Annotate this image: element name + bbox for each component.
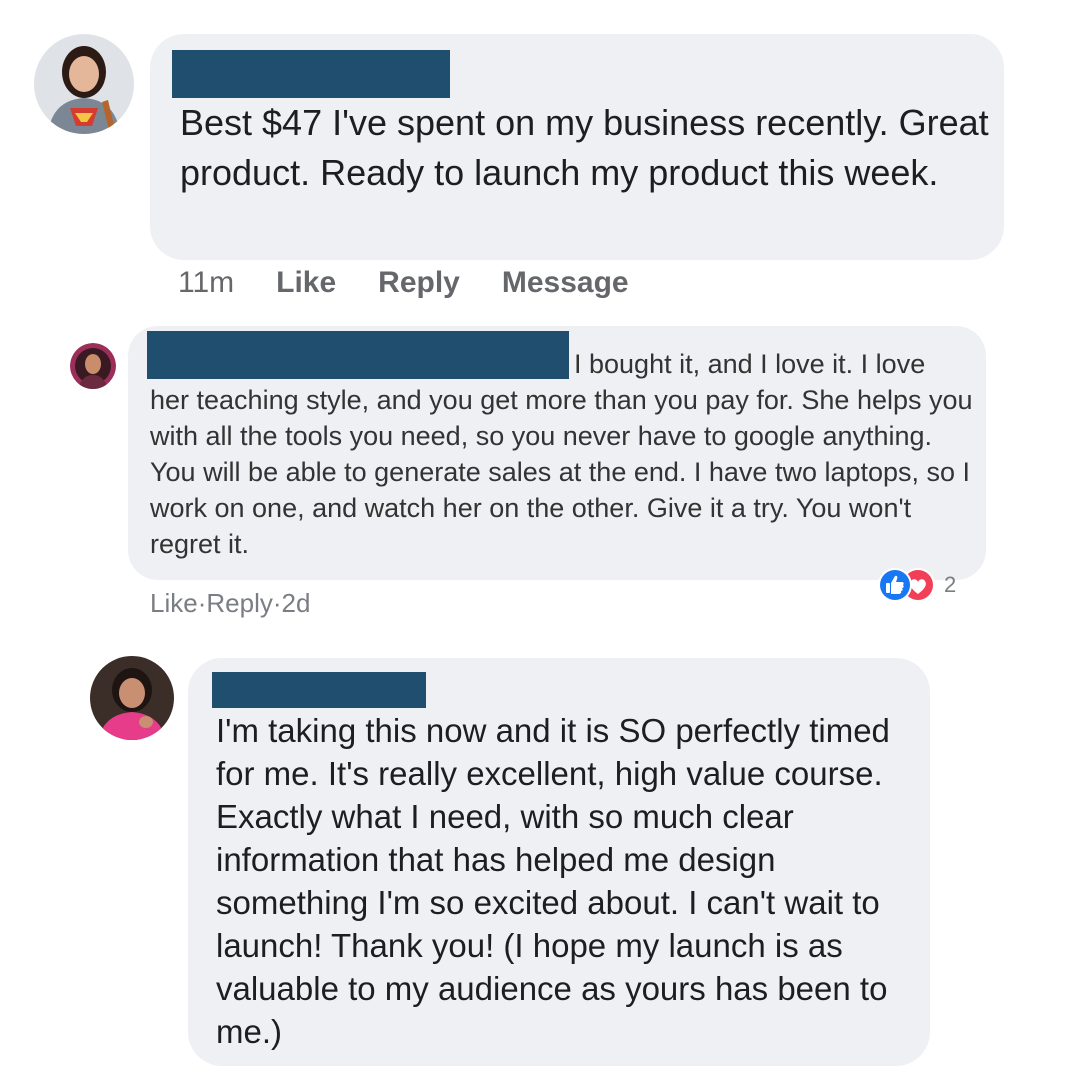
reply-link[interactable]: Reply <box>206 588 272 619</box>
like-link[interactable]: Like <box>276 266 336 300</box>
thumbs-up-icon <box>878 568 912 602</box>
comment-actions: 11m Like Reply Message <box>178 266 629 300</box>
commenter-avatar[interactable] <box>34 34 134 134</box>
redacted-author-name <box>147 331 569 379</box>
comment-text-first-line: I bought it, and I love it. I love <box>574 349 926 379</box>
comment-timestamp: 2d <box>281 588 311 618</box>
separator-dot: · <box>197 588 207 618</box>
avatar-image <box>70 343 116 389</box>
comment-text: her teaching style, and you get more tha… <box>150 385 973 559</box>
comment-text: I'm taking this now and it is SO perfect… <box>216 712 890 1050</box>
redacted-author-name <box>172 50 450 98</box>
comment-timestamp: 11m <box>178 266 235 299</box>
comment-actions: Like · Reply · 2d <box>150 588 310 619</box>
message-link[interactable]: Message <box>502 266 629 300</box>
commenter-avatar[interactable] <box>70 343 116 389</box>
like-link[interactable]: Like <box>150 588 198 619</box>
comment-text: Best $47 I've spent on my business recen… <box>180 102 989 193</box>
redacted-author-name <box>212 672 426 708</box>
reactions-summary[interactable]: 2 <box>876 566 956 604</box>
avatar-image <box>34 34 134 134</box>
avatar-image <box>90 656 174 740</box>
reaction-icons <box>878 568 935 602</box>
separator-dot: · <box>272 588 282 618</box>
commenter-avatar[interactable] <box>90 656 174 740</box>
reaction-count: 2 <box>944 572 957 597</box>
reply-link[interactable]: Reply <box>378 266 460 300</box>
